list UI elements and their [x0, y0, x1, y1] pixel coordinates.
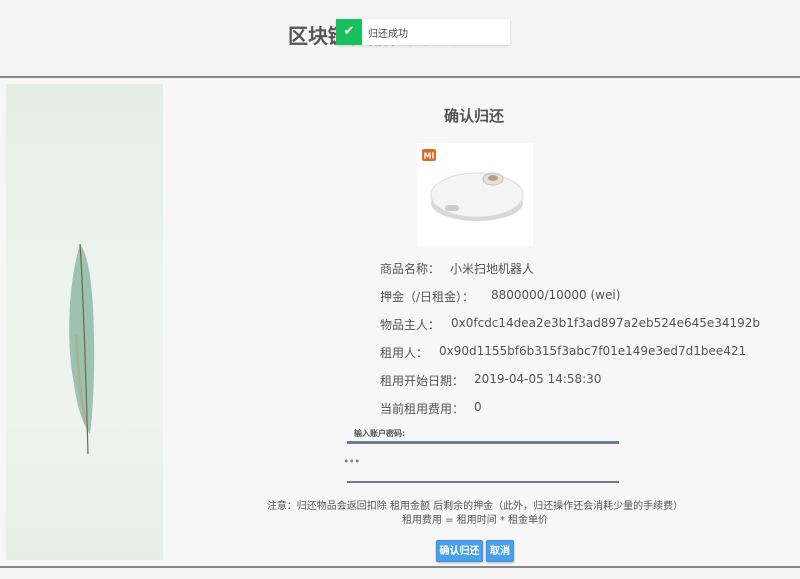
toast-message: 归还成功 — [368, 29, 408, 40]
current-fee-label: 当前租用费用： — [380, 402, 465, 416]
feather-illustration — [69, 243, 95, 455]
footer-divider — [0, 566, 800, 568]
owner-label: 物品主人： — [380, 318, 441, 332]
renter-value: 0x90d1155bf6b315f3abc7f01e149e3ed7d1bee4… — [439, 344, 747, 358]
password-input[interactable]: ••• — [343, 455, 360, 468]
confirm-return-button[interactable]: 确认归还 — [436, 540, 483, 562]
dialog-title: 确认归还 — [443, 107, 504, 125]
success-toast: ✔ 归还成功 — [336, 19, 510, 45]
password-label: 输入账户密码: — [354, 429, 406, 438]
renter-label: 租用人： — [380, 346, 429, 360]
mi-logo-text: MI — [424, 152, 435, 161]
product-name-label: 商品名称： — [380, 262, 441, 276]
notice-line-1: 注意：归还物品会返回扣除 租用金额 后剩余的押金（此外，归还操作还会消耗少量的手… — [266, 501, 684, 512]
product-name-value: 小米扫地机器人 — [450, 262, 535, 276]
robot-vacuum-image: MI — [417, 143, 533, 246]
feather-image — [6, 84, 163, 560]
deposit-value: 8800000/10000 (wei) — [491, 288, 621, 302]
rent-start-value: 2019-04-05 14:58:30 — [474, 372, 602, 386]
password-underline-top — [347, 441, 619, 444]
deposit-label: 押金（/日租金）： — [380, 290, 475, 304]
check-icon: ✔ — [336, 19, 362, 45]
password-underline-bottom — [347, 481, 619, 483]
cancel-button[interactable]: 取消 — [486, 540, 514, 562]
rent-start-label: 租用开始日期： — [380, 374, 465, 388]
owner-value: 0x0fcdc14dea2e3b1f3ad897a2eb524e645e3419… — [451, 316, 761, 330]
current-fee-value: 0 — [474, 400, 482, 414]
notice-text: 注意：归还物品会返回扣除 租用金额 后剩余的押金（此外，归还操作还会消耗少量的手… — [250, 500, 700, 528]
notice-line-2: 租用费用 = 租用时间 * 租金单价 — [401, 515, 549, 526]
